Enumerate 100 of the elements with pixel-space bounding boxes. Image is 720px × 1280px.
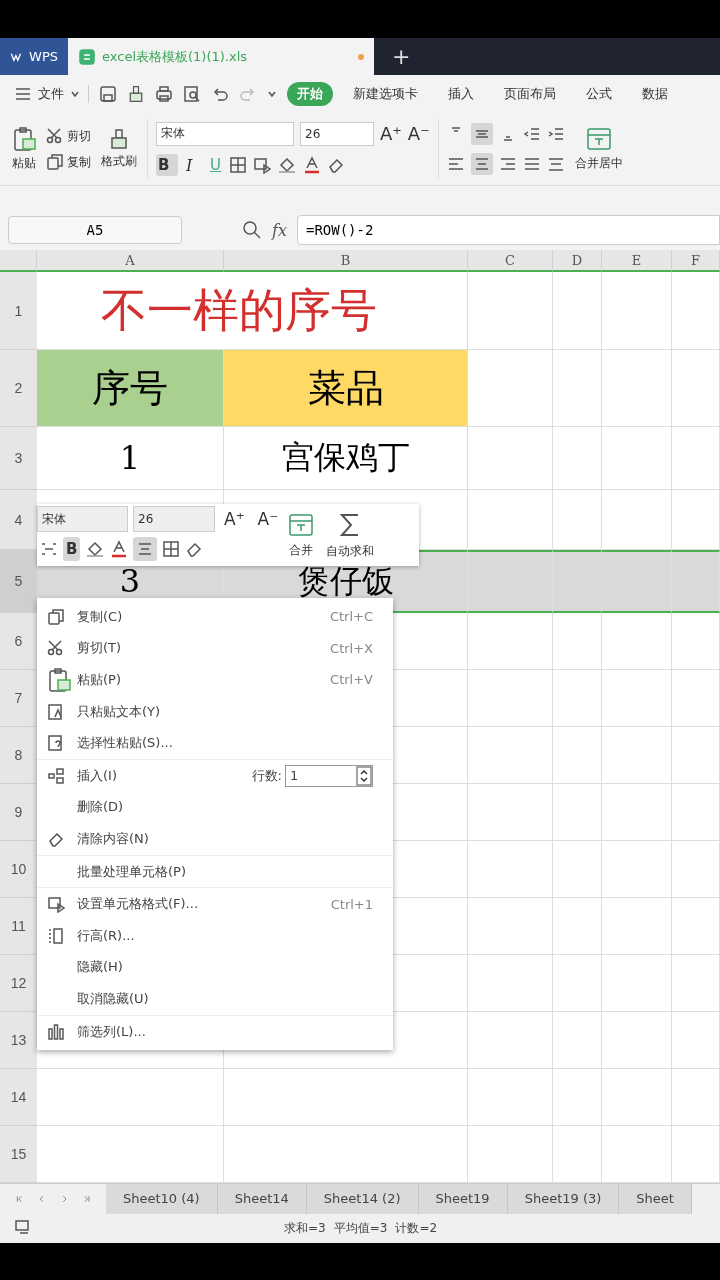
select-all-corner[interactable]	[0, 250, 37, 272]
sheet-tab[interactable]: Sheet19	[418, 1184, 508, 1214]
macro-icon[interactable]	[14, 1218, 32, 1235]
paste-text-icon[interactable]	[47, 702, 65, 721]
redo-icon[interactable]	[239, 85, 257, 103]
column-header[interactable]: A	[37, 250, 224, 272]
font-color-icon[interactable]	[303, 156, 321, 174]
fill-color-icon[interactable]	[85, 540, 106, 558]
row-header[interactable]: 4	[0, 490, 37, 550]
menu-item[interactable]: 剪切(T) Ctrl+X	[37, 632, 393, 665]
border-icon[interactable]	[229, 156, 247, 174]
border-icon[interactable]	[162, 540, 181, 558]
format-icon[interactable]	[47, 895, 65, 914]
sheet-tab[interactable]: Sheet14	[217, 1184, 307, 1214]
paste-special-icon[interactable]	[47, 734, 65, 753]
row-header[interactable]: 14	[0, 1069, 37, 1126]
empty-cell[interactable]	[672, 550, 720, 613]
format-painter-button[interactable]: 格式刷	[99, 126, 139, 172]
row-count-field[interactable]: 1	[285, 764, 373, 787]
paste-button[interactable]: 粘贴	[10, 124, 38, 174]
preview-icon[interactable]	[183, 85, 201, 103]
ribbon-tab[interactable]: 数据	[632, 82, 678, 106]
print-icon[interactable]	[155, 85, 173, 103]
column-header[interactable]: E	[602, 250, 672, 272]
eraser-icon[interactable]	[327, 156, 345, 174]
save-icon[interactable]	[99, 85, 117, 103]
align-left-icon[interactable]	[446, 155, 465, 173]
row-header[interactable]: 6	[0, 613, 37, 670]
zoom-icon[interactable]	[242, 220, 262, 240]
paste-icon[interactable]	[12, 126, 36, 152]
spinner-icon[interactable]	[356, 765, 372, 786]
menu-item[interactable]: 筛选列(L)...	[37, 1015, 393, 1048]
size-select[interactable]: 26	[300, 121, 374, 146]
shrink-font-button[interactable]: A⁻	[253, 509, 283, 529]
row-header[interactable]: 9	[0, 784, 37, 841]
column-header[interactable]: C	[468, 250, 553, 272]
ribbon-tab[interactable]: 公式	[576, 82, 622, 106]
eraser-icon[interactable]	[185, 540, 204, 558]
formula-field[interactable]: =ROW()-2	[296, 215, 720, 245]
menu-item[interactable]: 设置单元格格式(F)... Ctrl+1	[37, 888, 393, 920]
menu-item[interactable]: 只粘贴文本(Y)	[37, 695, 393, 728]
row-header[interactable]: 13	[0, 1012, 37, 1069]
paste-icon[interactable]	[47, 667, 71, 693]
scissors-icon[interactable]	[47, 639, 65, 658]
ribbon-tab[interactable]: 页面布局	[494, 82, 566, 106]
menu-item[interactable]: 粘贴(P) Ctrl+V	[37, 664, 393, 696]
outdent-icon[interactable]	[522, 125, 541, 143]
copy-icon[interactable]	[46, 153, 64, 171]
row-header[interactable]: 15	[0, 1126, 37, 1183]
copy-icon[interactable]	[47, 607, 65, 626]
row-header[interactable]: 7	[0, 670, 37, 727]
fill-color-icon[interactable]	[277, 156, 297, 174]
grow-font-button[interactable]: A⁺	[220, 509, 249, 529]
row-header[interactable]: 8	[0, 727, 37, 784]
menu-item[interactable]: 行高(R)...	[37, 919, 393, 952]
menu-icon[interactable]	[14, 85, 32, 103]
undo-icon[interactable]	[211, 85, 229, 103]
row-height-icon[interactable]	[47, 926, 65, 945]
merge-icon[interactable]	[585, 126, 612, 152]
empty-cell[interactable]	[553, 550, 602, 613]
ribbon-tab[interactable]: 新建选项卡	[343, 82, 428, 106]
function-button[interactable]: fx	[272, 220, 287, 240]
menu-item[interactable]: 删除(D)	[37, 791, 393, 824]
justify-icon[interactable]	[522, 155, 541, 173]
align-right-icon[interactable]	[498, 155, 517, 173]
row-header[interactable]: 3	[0, 427, 37, 490]
merge-icon[interactable]	[288, 511, 315, 538]
new-tab-button[interactable]: +	[374, 38, 429, 75]
bold-button[interactable]: B	[63, 537, 81, 561]
italic-button[interactable]: I	[184, 153, 202, 177]
menu-item[interactable]: 批量处理单元格(P)	[37, 855, 393, 889]
insert-icon[interactable]	[47, 766, 65, 785]
cell-style-icon[interactable]	[253, 156, 271, 174]
indent-icon[interactable]	[546, 125, 565, 143]
file-menu[interactable]: 文件	[38, 85, 64, 103]
menu-item[interactable]: 选择性粘贴(S)...	[37, 727, 393, 760]
menu-item[interactable]: 隐藏(H)	[37, 951, 393, 984]
ribbon-tab[interactable]: 插入	[438, 82, 484, 106]
scissors-icon[interactable]	[46, 127, 64, 145]
menu-item[interactable]: 取消隐藏(U)	[37, 983, 393, 1016]
row-header[interactable]: 10	[0, 841, 37, 898]
column-header[interactable]: B	[224, 250, 468, 272]
sheet-tab[interactable]: Sheet14 (2)	[306, 1184, 419, 1214]
name-box[interactable]: A5	[8, 216, 182, 244]
font-select[interactable]: 宋体	[156, 121, 294, 146]
shrink-font-button[interactable]: A⁻	[407, 123, 430, 144]
sheet-tab[interactable]: Sheet19 (3)	[507, 1184, 620, 1214]
font-color-icon[interactable]	[110, 540, 129, 558]
menu-item[interactable]: 插入(I) 行数: 1	[37, 759, 393, 792]
grow-font-button[interactable]: A⁺	[380, 123, 402, 144]
copy-button[interactable]: 复制	[46, 153, 91, 171]
distribute-icon[interactable]	[546, 155, 565, 173]
merge-center-button[interactable]: 合并居中	[572, 124, 625, 174]
column-header[interactable]: D	[553, 250, 602, 272]
menu-item[interactable]: 清除内容(N)	[37, 823, 393, 856]
app-tab[interactable]: WPS	[0, 38, 68, 75]
row-header[interactable]: 5	[0, 550, 37, 613]
size-select[interactable]: 26	[133, 506, 215, 532]
sheet-tab[interactable]: Sheet	[619, 1184, 692, 1214]
sheet-tab[interactable]: Sheet10 (4)	[106, 1184, 218, 1214]
